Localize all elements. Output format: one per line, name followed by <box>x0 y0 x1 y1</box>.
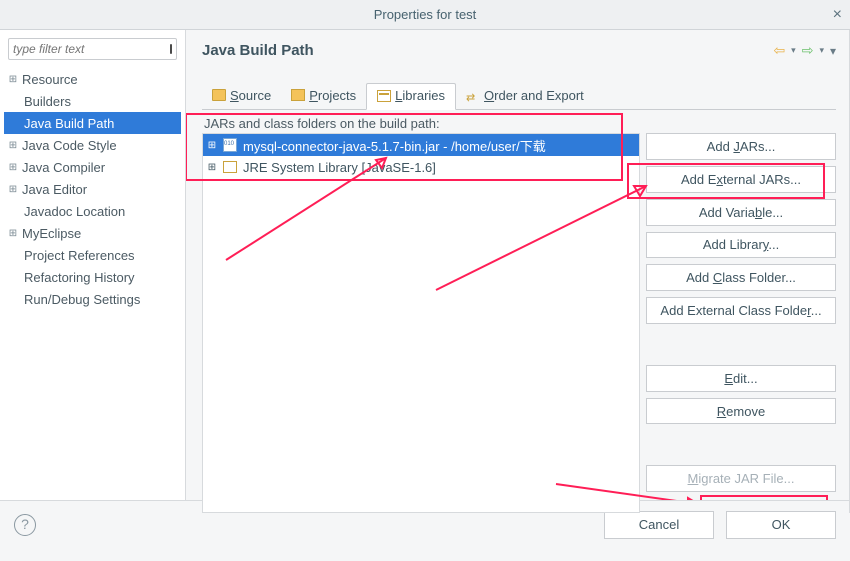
migrate-jar-button[interactable]: Migrate JAR File... <box>646 465 836 492</box>
jar-label: mysql-connector-java-5.1.7-bin.jar - /ho… <box>243 136 546 155</box>
remove-button[interactable]: Remove <box>646 398 836 425</box>
nav-back-menu-icon[interactable]: ▾ <box>791 45 796 56</box>
tree-item-builders[interactable]: Builders <box>4 90 181 112</box>
tree-item-java-compiler[interactable]: ⊞Java Compiler <box>4 156 181 178</box>
projects-icon <box>291 89 305 101</box>
title-bar: Properties for test × <box>0 0 850 30</box>
nav-back-icon[interactable]: ⇦ <box>773 42 785 59</box>
list-item-jre[interactable]: ⊞ JRE System Library [JavaSE-1.6] <box>203 156 639 178</box>
list-caption: JARs and class folders on the build path… <box>202 116 836 131</box>
jar-icon <box>223 138 237 152</box>
view-menu-icon[interactable]: ▾ <box>830 44 836 58</box>
tree-item-java-editor[interactable]: ⊞Java Editor <box>4 178 181 200</box>
folder-icon <box>212 89 226 101</box>
libraries-icon <box>377 90 391 102</box>
expand-icon[interactable]: ⊞ <box>207 162 217 173</box>
ok-button[interactable]: OK <box>726 511 836 539</box>
tree-item-project-references[interactable]: Project References <box>4 244 181 266</box>
tree-item-resource[interactable]: ⊞Resource <box>4 68 181 90</box>
order-icon <box>466 89 480 101</box>
add-external-class-folder-button[interactable]: Add External Class Folder... <box>646 297 836 324</box>
filter-input[interactable] <box>13 42 170 56</box>
nav-forward-icon[interactable]: ⇨ <box>802 42 814 59</box>
close-icon[interactable]: × <box>833 0 842 30</box>
tab-source[interactable]: SSourceource <box>202 83 281 109</box>
edit-button[interactable]: Edit... <box>646 365 836 392</box>
tab-libraries[interactable]: Libraries <box>366 83 456 110</box>
nav-icons: ⇦ ▾ ⇨ ▾ ▾ <box>773 42 836 59</box>
list-item-jar[interactable]: ⊞ mysql-connector-java-5.1.7-bin.jar - /… <box>203 134 639 156</box>
jre-label: JRE System Library [JavaSE-1.6] <box>243 160 436 175</box>
tree-item-javadoc-location[interactable]: Javadoc Location <box>4 200 181 222</box>
expand-icon[interactable]: ⊞ <box>207 140 217 151</box>
tab-order-export[interactable]: Order and Export <box>456 83 594 109</box>
tree-item-refactoring-history[interactable]: Refactoring History <box>4 266 181 288</box>
add-library-button[interactable]: Add Library... <box>646 232 836 259</box>
tab-projects[interactable]: Projects <box>281 83 366 109</box>
filter-box[interactable] <box>8 38 177 60</box>
nav-forward-menu-icon[interactable]: ▾ <box>819 45 824 56</box>
tree-item-run-debug-settings[interactable]: Run/Debug Settings <box>4 288 181 310</box>
add-class-folder-button[interactable]: Add Class Folder... <box>646 264 836 291</box>
add-jars-button[interactable]: Add JARs... <box>646 133 836 160</box>
button-column: Add JARs... Add External JARs... Add Var… <box>646 133 836 492</box>
help-icon[interactable]: ? <box>14 514 36 536</box>
add-variable-button[interactable]: Add Variable... <box>646 199 836 226</box>
add-external-jars-button[interactable]: Add External JARs... <box>646 166 836 193</box>
tab-bar: SSourceource Projects Libraries Order an… <box>202 83 836 110</box>
clear-icon[interactable] <box>170 44 172 54</box>
cancel-button[interactable]: Cancel <box>604 511 714 539</box>
category-tree: ⊞Resource Builders Java Build Path ⊞Java… <box>4 68 181 310</box>
tree-item-myeclipse[interactable]: ⊞MyEclipse <box>4 222 181 244</box>
sidebar: ⊞Resource Builders Java Build Path ⊞Java… <box>0 30 186 500</box>
page-title: Java Build Path <box>202 42 314 59</box>
tree-item-java-build-path[interactable]: Java Build Path <box>4 112 181 134</box>
tree-item-java-code-style[interactable]: ⊞Java Code Style <box>4 134 181 156</box>
library-icon <box>223 161 237 173</box>
build-path-list[interactable]: ⊞ mysql-connector-java-5.1.7-bin.jar - /… <box>202 133 640 513</box>
window-title: Properties for test <box>374 7 477 22</box>
